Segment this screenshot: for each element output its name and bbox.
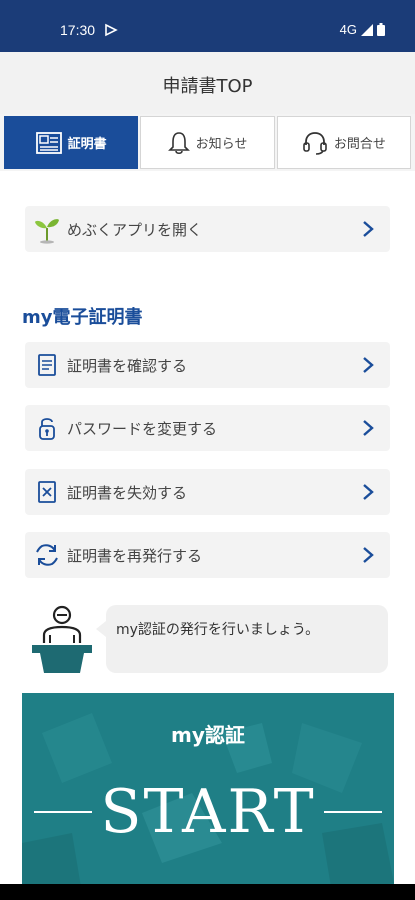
tab-news-label: お知らせ xyxy=(195,137,248,152)
refresh-icon xyxy=(33,541,61,569)
signal-icon xyxy=(361,23,373,36)
speech-bubble: my認証の発行を行いましょう。 xyxy=(96,605,388,673)
status-bar: 17:30 4G xyxy=(0,0,415,52)
change-password-button[interactable]: パスワードを変更する xyxy=(25,405,390,451)
main-content: めぶくアプリを開く my電子証明書 証明書を確認する パスワードを変更する 証明… xyxy=(0,171,415,900)
battery-icon xyxy=(377,23,385,36)
tab-bar: 証明書 お知らせ お問合せ xyxy=(4,116,411,169)
chevron-right-icon xyxy=(363,357,374,373)
chevron-right-icon xyxy=(363,420,374,436)
banner-dash-right xyxy=(324,811,382,813)
play-protect-icon xyxy=(105,23,118,37)
lock-icon xyxy=(33,414,61,442)
chevron-right-icon xyxy=(363,484,374,500)
app-header: 申請書TOP xyxy=(0,52,415,114)
tab-certificate-label: 証明書 xyxy=(67,137,107,152)
tab-contact[interactable]: お問合せ xyxy=(276,116,411,169)
status-indicators: 4G xyxy=(340,22,385,37)
headset-icon xyxy=(303,131,327,155)
speech-text: my認証の発行を行いましょう。 xyxy=(116,622,320,638)
banner-title: my認証 xyxy=(171,723,245,747)
status-time: 17:30 xyxy=(60,22,96,38)
revoke-certificate-label: 証明書を失効する xyxy=(67,483,188,502)
guide-message: my認証の発行を行いましょう。 xyxy=(30,601,390,677)
revoke-certificate-button[interactable]: 証明書を失効する xyxy=(25,469,390,515)
reissue-certificate-label: 証明書を再発行する xyxy=(67,546,203,565)
page-title: 申請書TOP xyxy=(162,76,253,97)
tab-contact-label: お問合せ xyxy=(333,137,386,152)
open-mebuku-app-label: めぶくアプリを開く xyxy=(67,220,203,239)
reissue-certificate-button[interactable]: 証明書を再発行する xyxy=(25,532,390,578)
tab-news[interactable]: お知らせ xyxy=(140,116,275,169)
confirm-certificate-button[interactable]: 証明書を確認する xyxy=(25,342,390,388)
gesture-bar xyxy=(0,884,415,900)
open-mebuku-app-button[interactable]: めぶくアプリを開く xyxy=(25,206,390,252)
certificate-icon xyxy=(35,131,62,154)
my-auth-start-banner[interactable]: my認証 START xyxy=(22,693,394,893)
chevron-right-icon xyxy=(363,547,374,563)
change-password-label: パスワードを変更する xyxy=(67,419,218,438)
chevron-right-icon xyxy=(363,221,374,237)
sprout-icon xyxy=(33,215,61,244)
tab-certificate[interactable]: 証明書 xyxy=(4,116,139,169)
document-icon xyxy=(33,351,61,379)
bell-icon xyxy=(167,131,190,154)
network-type: 4G xyxy=(339,22,357,37)
section-title-my-certificate: my電子証明書 xyxy=(22,307,143,328)
presenter-icon xyxy=(32,605,92,673)
revoke-document-icon xyxy=(33,478,61,506)
confirm-certificate-label: 証明書を確認する xyxy=(67,356,188,375)
